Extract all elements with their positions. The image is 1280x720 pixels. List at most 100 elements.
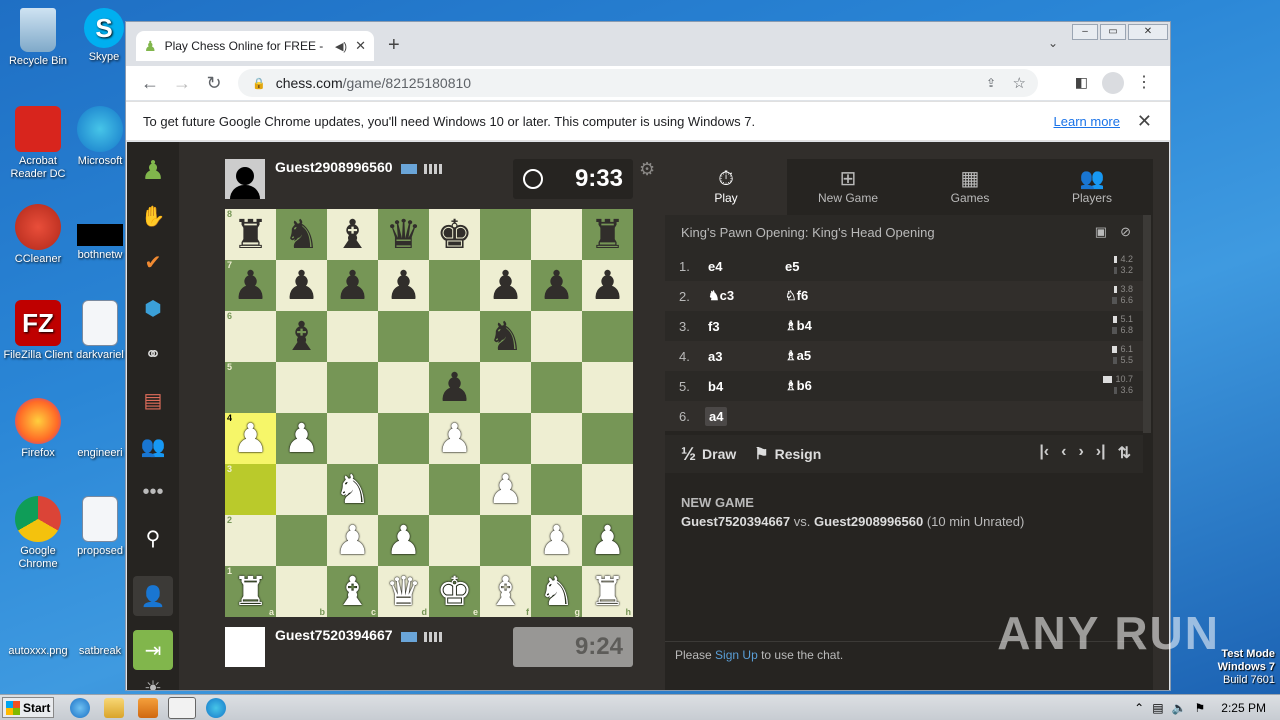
square-d6[interactable] <box>378 311 429 362</box>
square-a4[interactable]: 4 ♟ <box>225 413 276 464</box>
square-g3[interactable] <box>531 464 582 515</box>
minimize-button[interactable]: – <box>1072 24 1098 40</box>
address-bar[interactable]: 🔒 chess.com/game/82125180810 ⇪ ☆ <box>238 69 1038 97</box>
square-e1[interactable]: e ♚ <box>429 566 480 617</box>
desktop-icon-autoxxx[interactable]: autoxxx.png <box>0 620 76 658</box>
square-a8[interactable]: 8 ♜ <box>225 209 276 260</box>
square-d2[interactable]: ♟ <box>378 515 429 566</box>
play-hand-icon[interactable]: ✋ <box>137 200 169 232</box>
more-icon[interactable]: ••• <box>137 476 169 508</box>
search-icon[interactable]: ⚲ <box>137 522 169 554</box>
black-piece-a7[interactable]: ♟ <box>233 266 269 306</box>
tab-games[interactable]: ▦ Games <box>909 159 1031 215</box>
square-h4[interactable] <box>582 413 633 464</box>
white-piece-a1[interactable]: ♜ <box>233 572 269 612</box>
tray-expand-icon[interactable]: ⌃ <box>1134 701 1144 715</box>
white-piece-d1[interactable]: ♛ <box>386 572 422 612</box>
desktop-icon-darkvariel[interactable]: darkvariel <box>70 300 130 362</box>
square-f8[interactable] <box>480 209 531 260</box>
puzzles-icon[interactable]: ✔ <box>137 246 169 278</box>
learn-more-link[interactable]: Learn more <box>1054 114 1120 129</box>
watch-binoculars-icon[interactable]: ⚭ <box>137 338 169 370</box>
browser-tab[interactable]: ♟ Play Chess Online for FREE - 2 | ◀) ✕ <box>136 31 374 61</box>
white-piece-h2[interactable]: ♟ <box>590 521 626 561</box>
square-h3[interactable] <box>582 464 633 515</box>
square-g2[interactable]: ♟ <box>531 515 582 566</box>
square-g6[interactable] <box>531 311 582 362</box>
square-b6[interactable]: ♝ <box>276 311 327 362</box>
square-f2[interactable] <box>480 515 531 566</box>
media-player-taskbar-icon[interactable] <box>138 698 158 718</box>
white-move[interactable]: ♞c3 <box>705 288 785 304</box>
black-piece-f6[interactable]: ♞ <box>488 317 524 357</box>
tab-close-icon[interactable]: ✕ <box>355 38 366 54</box>
sign-up-link[interactable]: Sign Up <box>715 648 758 662</box>
new-tab-button[interactable]: + <box>388 34 400 57</box>
square-e7[interactable] <box>429 260 480 311</box>
bottom-player-avatar[interactable] <box>225 627 265 667</box>
next-move-icon[interactable]: › <box>1078 443 1083 463</box>
reload-button[interactable]: ↻ <box>198 73 230 94</box>
top-player-name[interactable]: Guest2908996560 <box>275 159 393 175</box>
top-player-avatar[interactable] <box>225 159 265 199</box>
black-piece-e5[interactable]: ♟ <box>437 368 473 408</box>
white-move[interactable]: a4 <box>705 406 785 426</box>
square-f4[interactable] <box>480 413 531 464</box>
square-e5[interactable]: ♟ <box>429 362 480 413</box>
white-piece-c3[interactable]: ♞ <box>335 470 371 510</box>
square-d8[interactable]: ♛ <box>378 209 429 260</box>
move-list-scrollbar[interactable] <box>1143 215 1151 433</box>
forward-button[interactable]: → <box>166 73 198 94</box>
desktop-icon-firefox[interactable]: Firefox <box>0 398 76 460</box>
black-piece-d8[interactable]: ♛ <box>386 215 422 255</box>
square-b1[interactable]: b <box>276 566 327 617</box>
square-f3[interactable]: ♟ <box>480 464 531 515</box>
board-settings-gear-icon[interactable]: ⚙ <box>639 159 655 180</box>
square-g5[interactable] <box>531 362 582 413</box>
black-piece-c7[interactable]: ♟ <box>335 266 371 306</box>
black-move[interactable]: ♗a5 <box>785 348 865 364</box>
black-move[interactable]: ♘f6 <box>785 288 865 304</box>
white-piece-h1[interactable]: ♜ <box>590 572 626 612</box>
square-a5[interactable]: 5 <box>225 362 276 413</box>
square-d1[interactable]: d ♛ <box>378 566 429 617</box>
white-piece-b4[interactable]: ♟ <box>284 419 320 459</box>
square-c3[interactable]: ♞ <box>327 464 378 515</box>
black-piece-d7[interactable]: ♟ <box>386 266 422 306</box>
square-e3[interactable] <box>429 464 480 515</box>
news-icon[interactable]: ▤ <box>137 384 169 416</box>
square-b4[interactable]: ♟ <box>276 413 327 464</box>
desktop-icon-recycle-bin[interactable]: Recycle Bin <box>0 8 76 68</box>
square-h2[interactable]: ♟ <box>582 515 633 566</box>
square-f7[interactable]: ♟ <box>480 260 531 311</box>
square-f5[interactable] <box>480 362 531 413</box>
square-h1[interactable]: h ♜ <box>582 566 633 617</box>
desktop-icon-acrobat[interactable]: Acrobat Reader DC <box>0 106 76 181</box>
ie-taskbar-icon[interactable] <box>70 698 90 718</box>
white-piece-c1[interactable]: ♝ <box>335 572 371 612</box>
black-piece-b8[interactable]: ♞ <box>284 215 320 255</box>
tab-players[interactable]: 👥 Players <box>1031 159 1153 215</box>
square-c5[interactable] <box>327 362 378 413</box>
new-game-white-player[interactable]: Guest7520394667 <box>681 514 790 529</box>
add-user-icon[interactable]: 👤 <box>133 576 173 616</box>
login-icon[interactable]: ⇥ <box>133 630 173 670</box>
white-piece-e4[interactable]: ♟ <box>437 419 473 459</box>
square-b5[interactable] <box>276 362 327 413</box>
square-e4[interactable]: ♟ <box>429 413 480 464</box>
black-piece-f7[interactable]: ♟ <box>488 266 524 306</box>
bookmark-star-icon[interactable]: ☆ <box>1013 74 1026 92</box>
square-c2[interactable]: ♟ <box>327 515 378 566</box>
start-button[interactable]: Start <box>2 697 54 718</box>
chess-board[interactable]: 8 ♜ ♞ ♝ ♛ ♚ ♜ 7 ♟ ♟ ♟ ♟ ♟ ♟ ♟ 6 ♝ ♞ 5 ♟ 4 ♟ ♟ ♟ 3 ♞ ♟ 2 ♟ ♟ ♟ ♟ 1 a ♜ b c ♝ d ♛… <box>225 209 633 617</box>
clock-time[interactable]: 2:25 PM <box>1221 701 1266 715</box>
speaker-icon[interactable]: ◀) <box>335 40 347 53</box>
tab-new-game[interactable]: ⊞ New Game <box>787 159 909 215</box>
black-piece-g7[interactable]: ♟ <box>539 266 575 306</box>
desktop-icon-bothnetw[interactable]: bothnetw <box>70 204 130 262</box>
black-piece-b7[interactable]: ♟ <box>284 266 320 306</box>
square-b7[interactable]: ♟ <box>276 260 327 311</box>
share-icon[interactable]: ⇪ <box>986 76 996 90</box>
square-a3[interactable]: 3 <box>225 464 276 515</box>
square-h8[interactable]: ♜ <box>582 209 633 260</box>
